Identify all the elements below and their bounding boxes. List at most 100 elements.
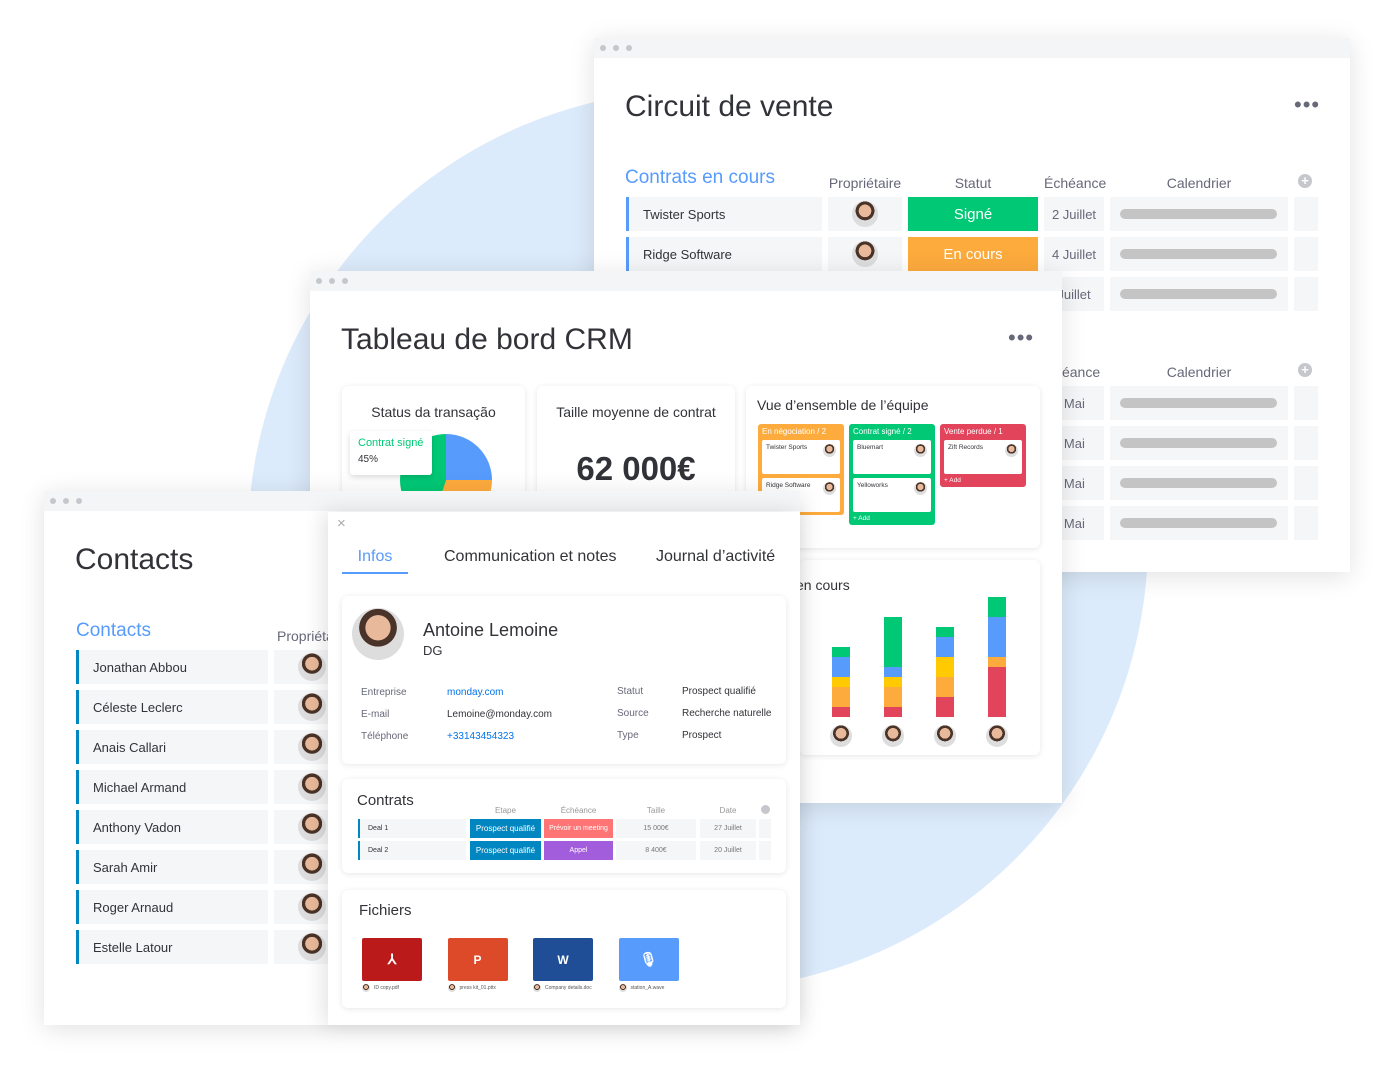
- status-cell[interactable]: En cours: [908, 237, 1038, 271]
- column-calendar-2: Calendrier: [1166, 364, 1232, 380]
- owner-cell: [274, 770, 334, 804]
- profile-card: Antoine Lemoine DG Entreprise monday.com E…: [342, 596, 786, 764]
- avg-contract-widget: Taille moyenne de contrat 62 000€: [537, 386, 735, 506]
- tab-infos[interactable]: Infos: [342, 548, 408, 574]
- bar-owner-avatar: [934, 725, 956, 747]
- bar-segment: [936, 697, 954, 717]
- column-owner: Propriétaire: [828, 175, 902, 191]
- field-value: Prospect: [682, 730, 722, 741]
- size-cell: 8 400€: [616, 841, 696, 860]
- contact-row[interactable]: Anthony Vadon: [76, 810, 268, 844]
- add-column-icon[interactable]: +: [1298, 363, 1312, 377]
- chart-widget: en cours: [796, 560, 1040, 755]
- contact-row[interactable]: Roger Arnaud: [76, 890, 268, 924]
- field-value[interactable]: +33143454323: [447, 731, 514, 742]
- owner-cell: [274, 930, 334, 964]
- close-icon[interactable]: ×: [337, 515, 346, 532]
- item-name[interactable]: Twister Sports: [626, 197, 822, 231]
- group-title[interactable]: Contrats en cours: [625, 167, 775, 189]
- tab-activity-log[interactable]: Journal d’activité: [656, 548, 775, 566]
- field-label: Type: [617, 730, 639, 741]
- contact-row[interactable]: Anais Callari: [76, 730, 268, 764]
- kanban-card[interactable]: Yelloworks: [853, 478, 931, 512]
- contact-row[interactable]: Sarah Amir: [76, 850, 268, 884]
- kanban-card[interactable]: Bluemart: [853, 440, 931, 474]
- more-menu-button[interactable]: •••: [1008, 325, 1034, 351]
- file-tile[interactable]: 🎙: [618, 938, 679, 981]
- contact-row[interactable]: Michael Armand: [76, 770, 268, 804]
- widget-title: en cours: [796, 577, 850, 593]
- more-menu-button[interactable]: •••: [1294, 92, 1320, 118]
- contact-name: Antoine Lemoine: [423, 620, 559, 640]
- file-name[interactable]: press kit_01.pttx: [460, 985, 496, 991]
- kanban-column: Contrat signé / 2 Bluemart Yelloworks + Add: [849, 424, 935, 525]
- pie-legend: Contrat signé 45%: [350, 431, 432, 475]
- owner-cell: [828, 197, 902, 231]
- empty-cell: [1294, 197, 1318, 231]
- status-cell[interactable]: Signé: [908, 197, 1038, 231]
- microphone-icon: 🎙: [639, 951, 658, 967]
- powerpoint-icon[interactable]: P: [447, 938, 508, 981]
- kanban-column-title: Contrat signé / 2: [853, 427, 912, 436]
- avatar: [823, 444, 836, 457]
- bar-segment: [884, 677, 902, 687]
- owner-avatar: [298, 933, 326, 961]
- word-icon[interactable]: W: [533, 938, 593, 981]
- files-card: Fichiers ⅄ ID copy.pdf Ppress kit_01.pttx W…: [342, 890, 786, 1008]
- stage-cell[interactable]: Prospect qualifié: [470, 819, 541, 838]
- avatar: [1005, 444, 1018, 457]
- file-name[interactable]: ID copy.pdf: [374, 985, 399, 991]
- timeline-bar[interactable]: [1120, 249, 1277, 259]
- column-header: Etape: [495, 806, 516, 815]
- timeline-bar[interactable]: [1120, 398, 1277, 408]
- timeline-bar[interactable]: [1120, 289, 1277, 299]
- pdf-icon: ⅄: [387, 951, 397, 967]
- bar-segment: [988, 597, 1006, 617]
- due-cell[interactable]: Appel: [544, 841, 613, 860]
- legend-label: Contrat signé: [358, 437, 424, 449]
- add-column-icon[interactable]: [761, 805, 770, 814]
- timeline-bar[interactable]: [1120, 478, 1277, 488]
- add-column-icon[interactable]: +: [1298, 174, 1312, 188]
- bar-segment: [832, 647, 850, 657]
- kanban-card[interactable]: Twister Sports: [762, 440, 840, 474]
- file-name[interactable]: Company details.doc: [545, 985, 592, 991]
- contact-row[interactable]: Jonathan Abbou: [76, 650, 268, 684]
- timeline-bar[interactable]: [1120, 209, 1277, 219]
- add-item-button[interactable]: + Add: [944, 477, 1022, 484]
- timeline-bar[interactable]: [1120, 438, 1277, 448]
- status-widget: Status da transação Contrat signé 45%: [342, 386, 525, 526]
- deal-name[interactable]: Deal 1: [358, 819, 466, 838]
- bar-owner-avatar: [830, 725, 852, 747]
- field-value[interactable]: monday.com: [447, 687, 504, 698]
- timeline-bar[interactable]: [1120, 518, 1277, 528]
- file-tile[interactable]: ⅄: [362, 938, 422, 981]
- contact-row[interactable]: Céleste Leclerc: [76, 690, 268, 724]
- field-label: Entreprise: [361, 687, 407, 698]
- owner-cell: [274, 650, 334, 684]
- page-title: Contacts: [75, 543, 194, 576]
- stage-cell[interactable]: Prospect qualifié: [470, 841, 541, 860]
- bar-segment: [884, 667, 902, 677]
- item-name[interactable]: Ridge Software: [626, 237, 822, 271]
- add-item-button[interactable]: + Add: [853, 515, 931, 522]
- contact-row[interactable]: Estelle Latour: [76, 930, 268, 964]
- bar-owner-avatar: [986, 725, 1008, 747]
- widget-title: Vue d’ensemble de l’équipe: [757, 397, 929, 413]
- group-title[interactable]: Contacts: [76, 620, 151, 642]
- due-cell[interactable]: Prévoir un meeting: [544, 819, 613, 838]
- calendar-cell: [1110, 237, 1288, 271]
- bar-segment: [936, 657, 954, 677]
- tab-communication[interactable]: Communication et notes: [444, 548, 617, 566]
- deal-name[interactable]: Deal 2: [358, 841, 466, 860]
- kanban-card[interactable]: Zift Records: [944, 440, 1022, 474]
- contact-detail-panel: × Infos Communication et notes Journal d…: [328, 512, 800, 1025]
- empty-cell: [1294, 466, 1318, 500]
- owner-cell: [274, 890, 334, 924]
- avg-contract-value: 62 000€: [576, 450, 696, 487]
- widget-title: Status da transação: [371, 404, 496, 420]
- owner-avatar: [298, 773, 326, 801]
- file-name[interactable]: station_A.wave: [631, 985, 665, 991]
- uploader-avatar: [618, 984, 627, 992]
- avatar: [914, 482, 927, 495]
